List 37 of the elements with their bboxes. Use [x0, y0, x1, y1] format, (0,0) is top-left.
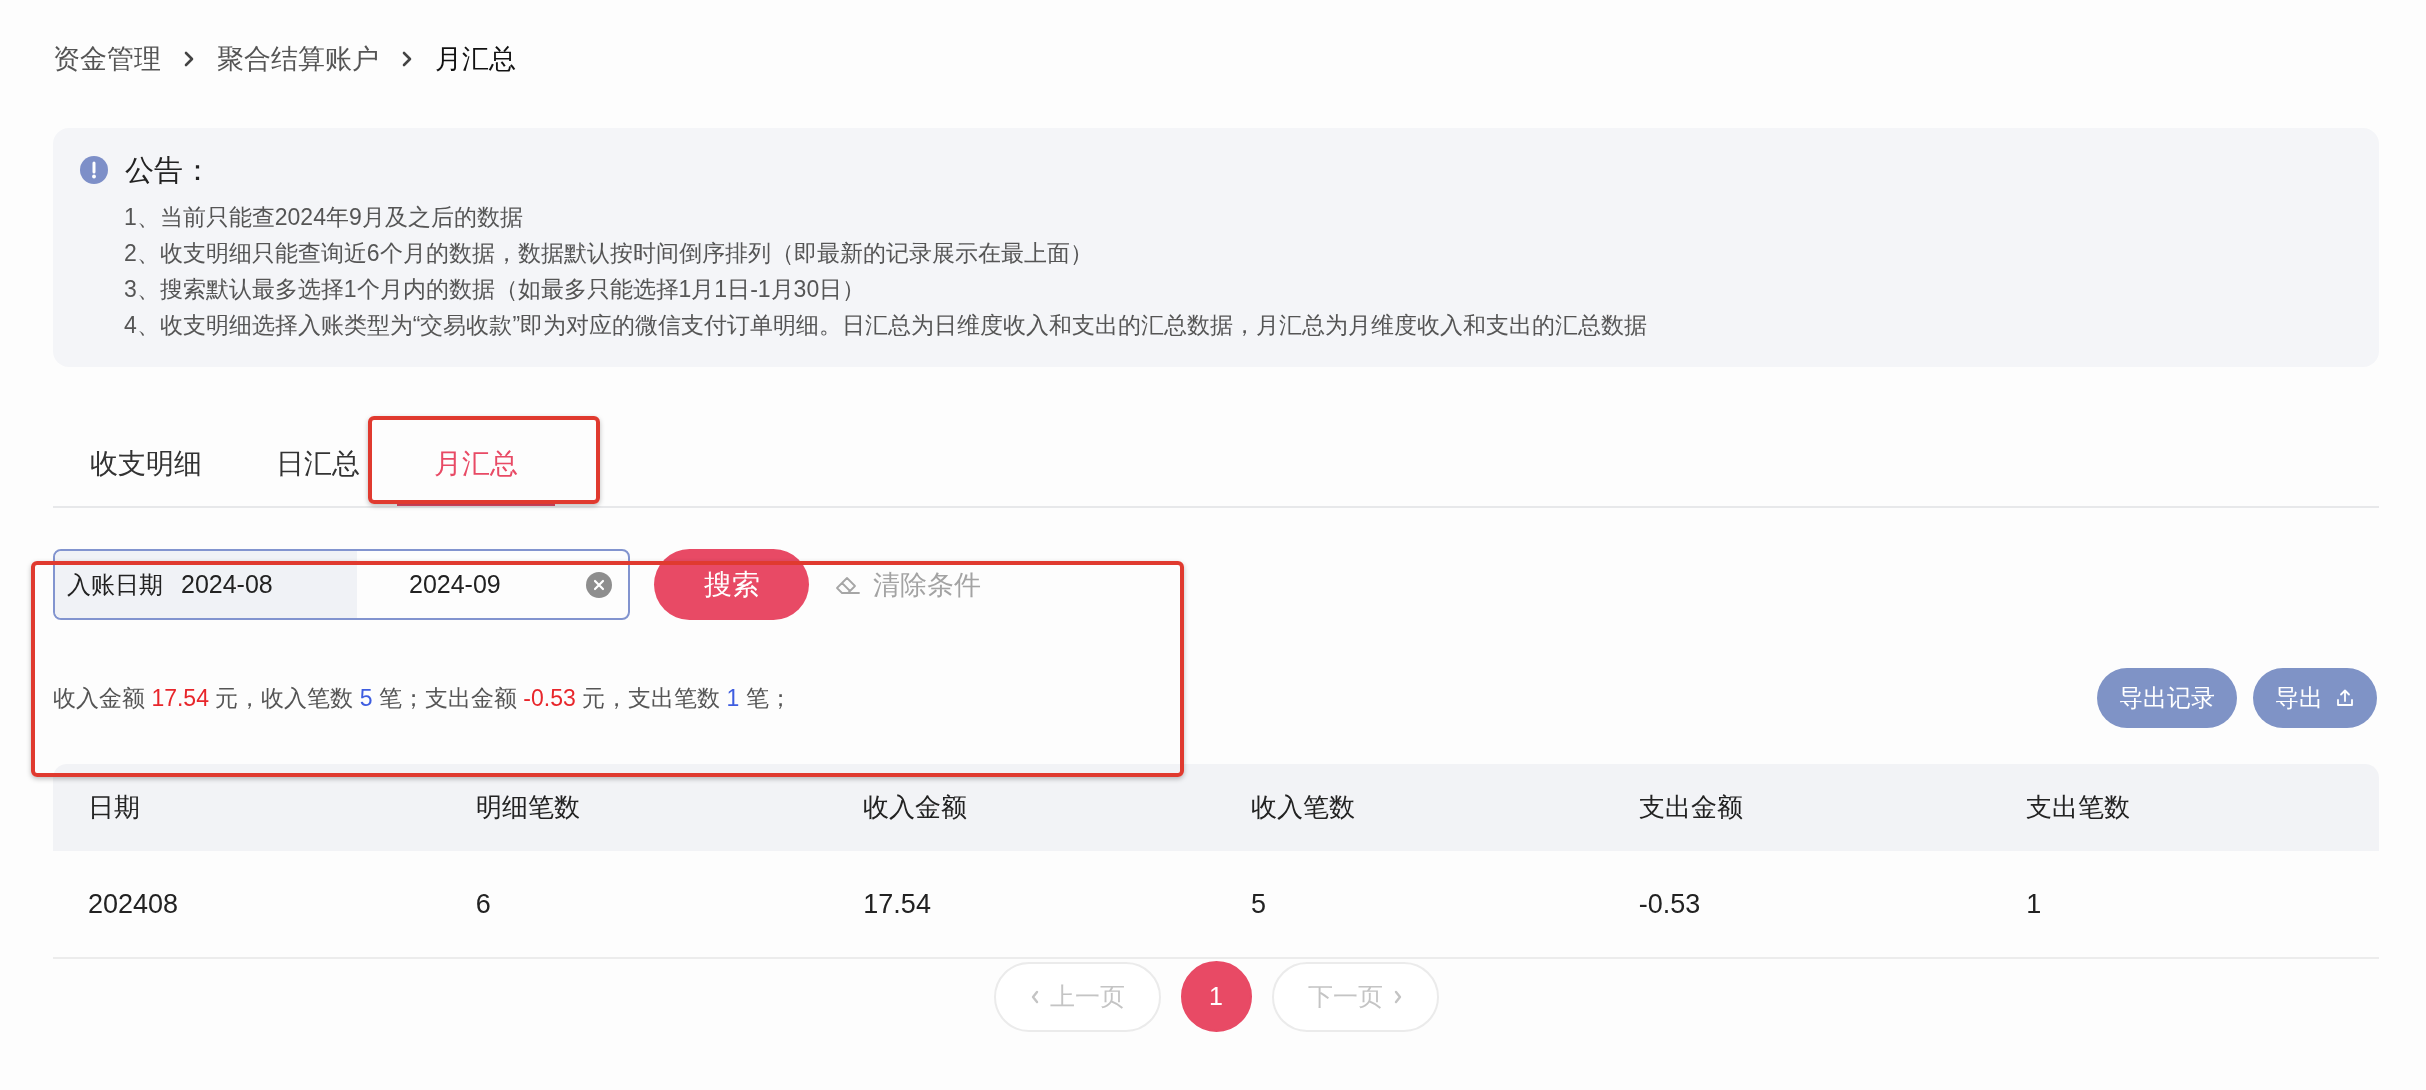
exclamation-icon — [80, 156, 108, 184]
page-number-button[interactable]: 1 — [1180, 961, 1252, 1032]
summary-text: 收入金额 17.54 元，收入笔数 5 笔；支出金额 -0.53 元，支出笔数 1 笔； — [53, 683, 792, 713]
chevron-left-icon — [1029, 988, 1040, 1005]
notice-item: 1、当前只能查2024年9月及之后的数据 — [124, 203, 524, 232]
notice-title: 公告： — [125, 153, 212, 188]
column-header: 支出金额 — [1637, 791, 1744, 824]
table-cell-text: 202408 — [87, 888, 180, 920]
chevron-right-icon — [183, 50, 195, 68]
export-button[interactable]: 导出 — [2253, 668, 2377, 728]
clear-conditions-button[interactable]: 清除条件 — [835, 559, 981, 610]
notice-item: 4、收支明细选择入账类型为“交易收款”即为对应的微信支付订单明细。日汇总为日维度收入和支出的汇总数据，月汇总为月维度收入和支出的汇总数据 — [124, 311, 1649, 340]
chevron-right-icon — [1392, 988, 1403, 1005]
table-cell-text: 6 — [474, 888, 492, 920]
column-header: 收入笔数 — [1250, 791, 1356, 824]
table-cell-text: 5 — [1250, 888, 1267, 920]
table-cell-text: -0.53 — [1637, 888, 1702, 920]
date-range-field[interactable]: 入账日期 2024-08 2024-09 — [53, 549, 630, 620]
column-header: 明细笔数 — [474, 791, 581, 824]
column-header: 日期 — [87, 791, 141, 824]
search-button[interactable]: 搜索 — [654, 549, 809, 620]
upload-icon — [2335, 688, 2355, 708]
breadcrumb-link[interactable]: 聚合结算账户 — [217, 40, 379, 78]
column-header: 收入金额 — [862, 791, 969, 824]
export-button[interactable]: 导出记录 — [2097, 668, 2237, 728]
table-cell-text: 17.54 — [862, 888, 932, 920]
table-cell-text: 1 — [2025, 888, 2043, 920]
column-header: 支出笔数 — [2025, 791, 2132, 824]
notice-item: 3、搜索默认最多选择1个月内的数据（如最多只能选择1月1日-1月30日） — [124, 275, 867, 304]
chevron-right-icon — [401, 50, 413, 68]
notice-item: 2、收支明细只能查询近6个月的数据，数据默认按时间倒序排列（即最新的记录展示在最上面） — [124, 239, 1094, 268]
tab[interactable]: 日汇总 — [239, 426, 397, 506]
breadcrumb-link[interactable]: 资金管理 — [53, 40, 161, 78]
clear-icon[interactable] — [586, 571, 612, 598]
tab[interactable]: 收支明细 — [53, 426, 239, 506]
tab[interactable]: 月汇总 — [397, 426, 555, 506]
breadcrumb-link[interactable]: 月汇总 — [435, 40, 516, 78]
